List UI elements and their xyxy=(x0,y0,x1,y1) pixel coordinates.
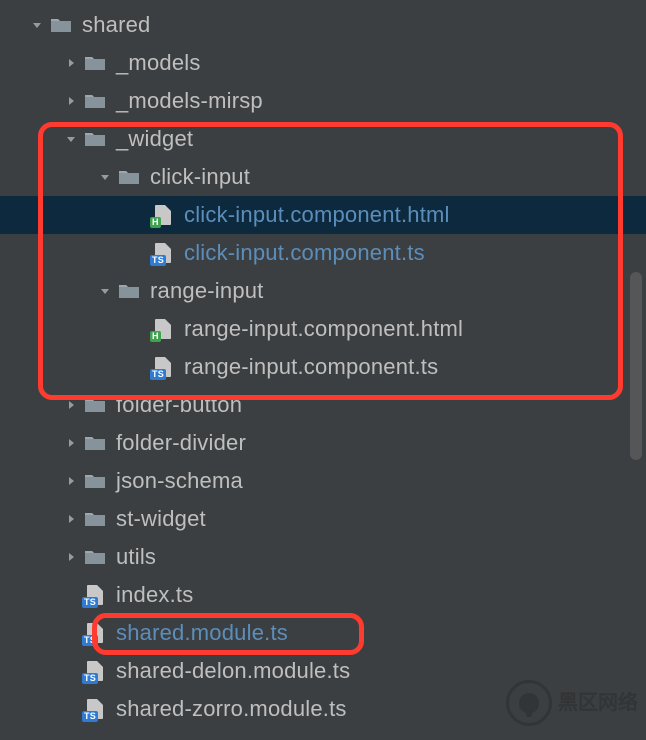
tree-file[interactable]: TS range-input.component.ts xyxy=(0,348,646,386)
tree-file[interactable]: Hclick-input.component.html xyxy=(0,196,646,234)
tree-item-label: range-input.component.html xyxy=(184,316,463,342)
tree-item-label: folder-button xyxy=(116,392,242,418)
chevron-right-icon[interactable] xyxy=(62,472,80,490)
tree-item-label: _widget xyxy=(116,126,193,152)
tree-folder[interactable]: _models xyxy=(0,44,646,82)
tree-folder[interactable]: _widget xyxy=(0,120,646,158)
arrow-spacer xyxy=(130,244,148,262)
folder-icon xyxy=(84,510,106,528)
tree-folder[interactable]: utils xyxy=(0,538,646,576)
tree-item-label: index.ts xyxy=(116,582,193,608)
arrow-spacer xyxy=(62,700,80,718)
tree-file[interactable]: TS shared-zorro.module.ts xyxy=(0,690,646,728)
tree-item-label: _models-mirsp xyxy=(116,88,263,114)
chevron-right-icon[interactable] xyxy=(62,396,80,414)
tree-item-label: shared xyxy=(82,12,150,38)
folder-icon xyxy=(118,282,140,300)
tree-folder[interactable]: json-schema xyxy=(0,462,646,500)
project-tree: shared _models _models-mirsp _widget click-i… xyxy=(0,0,646,728)
folder-icon xyxy=(84,396,106,414)
folder-icon xyxy=(84,130,106,148)
arrow-spacer xyxy=(130,206,148,224)
typescript-file-icon: TS xyxy=(152,356,174,378)
tree-item-label: shared-zorro.module.ts xyxy=(116,696,347,722)
tree-file[interactable]: Hrange-input.component.html xyxy=(0,310,646,348)
typescript-file-icon: TS xyxy=(152,242,174,264)
tree-item-label: shared.module.ts xyxy=(116,620,288,646)
chevron-right-icon[interactable] xyxy=(62,510,80,528)
tree-file[interactable]: TS index.ts xyxy=(0,576,646,614)
tree-file[interactable]: TS shared.module.ts xyxy=(0,614,646,652)
arrow-spacer xyxy=(130,320,148,338)
tree-item-label: utils xyxy=(116,544,156,570)
tree-item-label: range-input xyxy=(150,278,264,304)
tree-file[interactable]: TS click-input.component.ts xyxy=(0,234,646,272)
chevron-down-icon[interactable] xyxy=(62,130,80,148)
tree-file[interactable]: TS shared-delon.module.ts xyxy=(0,652,646,690)
html-file-icon: H xyxy=(152,204,174,226)
arrow-spacer xyxy=(62,586,80,604)
folder-icon xyxy=(84,54,106,72)
tree-item-label: click-input xyxy=(150,164,250,190)
chevron-down-icon[interactable] xyxy=(96,282,114,300)
tree-folder[interactable]: folder-divider xyxy=(0,424,646,462)
folder-icon xyxy=(84,92,106,110)
chevron-right-icon[interactable] xyxy=(62,548,80,566)
typescript-file-icon: TS xyxy=(84,660,106,682)
tree-folder[interactable]: click-input xyxy=(0,158,646,196)
folder-icon xyxy=(50,16,72,34)
chevron-right-icon[interactable] xyxy=(62,434,80,452)
chevron-right-icon[interactable] xyxy=(62,92,80,110)
tree-item-label: folder-divider xyxy=(116,430,246,456)
tree-item-label: _models xyxy=(116,50,201,76)
folder-icon xyxy=(118,168,140,186)
tree-item-label: json-schema xyxy=(116,468,243,494)
arrow-spacer xyxy=(62,662,80,680)
tree-item-label: shared-delon.module.ts xyxy=(116,658,350,684)
arrow-spacer xyxy=(62,624,80,642)
tree-item-label: click-input.component.html xyxy=(184,202,450,228)
folder-icon xyxy=(84,434,106,452)
tree-item-label: click-input.component.ts xyxy=(184,240,425,266)
tree-item-label: st-widget xyxy=(116,506,206,532)
folder-icon xyxy=(84,548,106,566)
typescript-file-icon: TS xyxy=(84,584,106,606)
folder-icon xyxy=(84,472,106,490)
chevron-right-icon[interactable] xyxy=(62,54,80,72)
html-file-icon: H xyxy=(152,318,174,340)
tree-folder[interactable]: _models-mirsp xyxy=(0,82,646,120)
typescript-file-icon: TS xyxy=(84,698,106,720)
arrow-spacer xyxy=(130,358,148,376)
tree-folder[interactable]: range-input xyxy=(0,272,646,310)
chevron-down-icon[interactable] xyxy=(96,168,114,186)
typescript-file-icon: TS xyxy=(84,622,106,644)
tree-folder[interactable]: shared xyxy=(0,6,646,44)
tree-folder[interactable]: st-widget xyxy=(0,500,646,538)
scrollbar-thumb[interactable] xyxy=(630,272,642,460)
tree-folder[interactable]: folder-button xyxy=(0,386,646,424)
chevron-down-icon[interactable] xyxy=(28,16,46,34)
tree-item-label: range-input.component.ts xyxy=(184,354,438,380)
